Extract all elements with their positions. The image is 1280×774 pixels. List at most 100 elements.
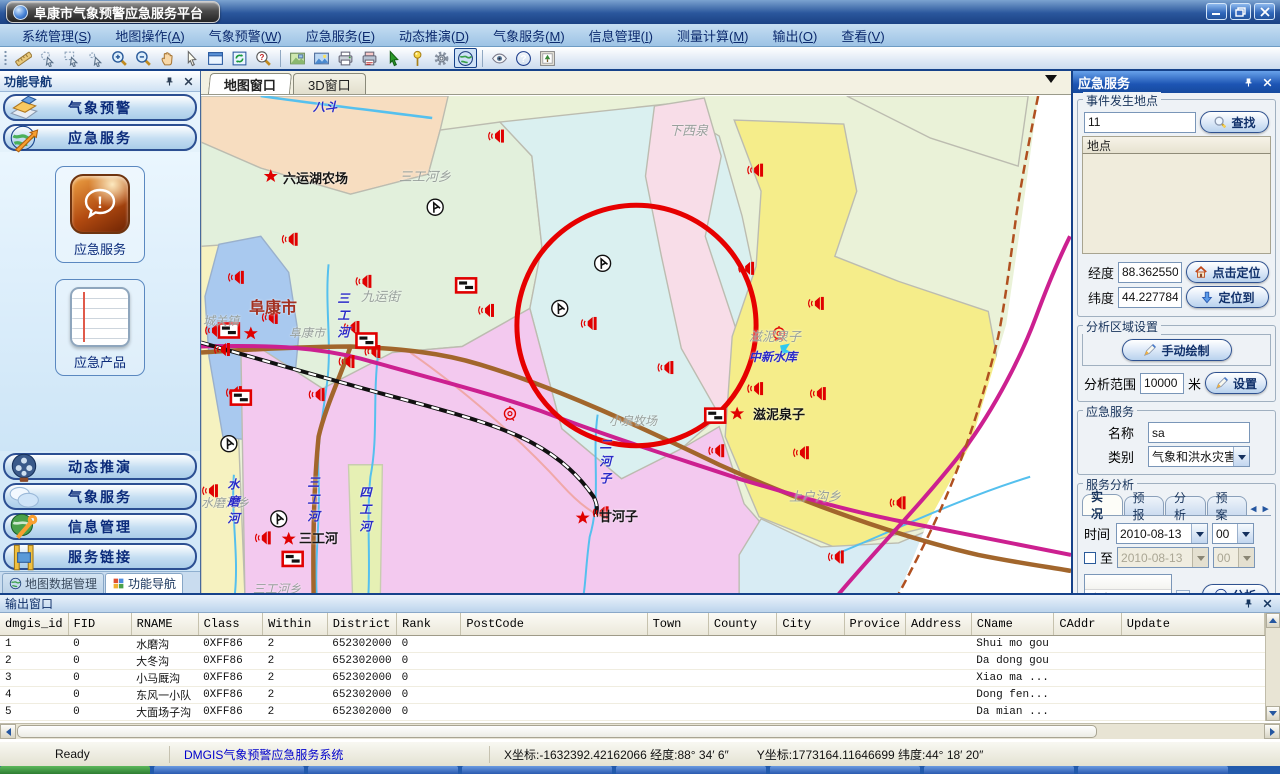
tab-scroll-right-icon[interactable]: ▸ xyxy=(1260,501,1271,515)
nav-group-weather-service[interactable]: 气象服务 xyxy=(3,483,197,510)
tab-function-navigation[interactable]: 功能导航 xyxy=(105,573,183,593)
column-header-Class[interactable]: Class xyxy=(198,613,263,635)
menu-item-8[interactable]: 测量计算(M) xyxy=(665,23,761,48)
nav-group-service-links[interactable]: 服务链接 xyxy=(3,543,197,570)
map-flag-icon[interactable] xyxy=(219,323,239,337)
event-location-input[interactable] xyxy=(1084,112,1196,133)
print-tool[interactable] xyxy=(334,48,357,68)
pointer-tool[interactable] xyxy=(180,48,203,68)
measure-tool[interactable] xyxy=(12,48,35,68)
column-header-CName[interactable]: CName xyxy=(971,613,1054,635)
map-flag-icon[interactable] xyxy=(283,552,303,566)
menu-item-10[interactable]: 查看(V) xyxy=(829,23,896,48)
scroll-down-icon[interactable] xyxy=(1266,706,1280,721)
shortcut-emergency-product[interactable]: 应急产品 xyxy=(55,279,145,376)
menu-item-2[interactable]: 地图操作(A) xyxy=(103,23,196,48)
analyze-button[interactable]: 分析 xyxy=(1202,584,1269,593)
refresh-tool[interactable] xyxy=(228,48,251,68)
range-input[interactable] xyxy=(1140,373,1184,394)
column-header-dmgis_id[interactable]: dmgis_id xyxy=(0,613,68,635)
set-range-button[interactable]: 设置 xyxy=(1205,372,1267,394)
pin-icon[interactable] xyxy=(1241,75,1256,89)
table-row[interactable]: 60城关0XFF8526523020000Cheng guan xyxy=(0,720,1265,721)
nav-group-info-management[interactable]: 信息管理 xyxy=(3,513,197,540)
map-station-icon[interactable] xyxy=(552,300,568,316)
table-row[interactable]: 30小马厩沟0XFF8626523020000Xiao ma ... xyxy=(0,669,1265,686)
column-header-County[interactable]: County xyxy=(708,613,777,635)
table-row[interactable]: 10水磨沟0XFF8626523020000Shui mo gou xyxy=(0,635,1265,652)
close-icon[interactable] xyxy=(1260,597,1275,611)
tab-map-data-management[interactable]: 地图数据管理 xyxy=(2,573,104,593)
chevron-down-icon[interactable] xyxy=(1191,524,1207,543)
longitude-input[interactable] xyxy=(1118,262,1182,283)
zoom-in-tool[interactable] xyxy=(108,48,131,68)
map-flag-icon[interactable] xyxy=(456,278,476,292)
map-station-icon[interactable] xyxy=(221,436,237,452)
tab-3d-window[interactable]: 3D窗口 xyxy=(293,73,366,94)
column-header-RNAME[interactable]: RNAME xyxy=(131,613,198,635)
tab-scroll-left-icon[interactable]: ◂ xyxy=(1248,501,1259,515)
scrollbar-thumb[interactable] xyxy=(17,725,1097,738)
menu-item-7[interactable]: 信息管理(I) xyxy=(577,23,665,48)
map-export-tool[interactable] xyxy=(310,48,333,68)
select-rect-tool[interactable] xyxy=(60,48,83,68)
nav-group-dynamic-deduction[interactable]: 动态推演 xyxy=(3,453,197,480)
map-canvas[interactable]: 六运湖农场三工河乡下西泉九运街阜康市阜康市城关镇滋泥泉子中新水库滋泥泉子小泉牧场… xyxy=(201,95,1071,593)
identify-tool[interactable] xyxy=(252,48,275,68)
map-station-icon[interactable] xyxy=(271,511,287,527)
hour-select[interactable]: 00 xyxy=(1212,523,1254,544)
chevron-down-icon[interactable] xyxy=(1233,447,1249,466)
pan-tool[interactable] xyxy=(156,48,179,68)
column-header-City[interactable]: City xyxy=(777,613,844,635)
minimize-button[interactable] xyxy=(1206,3,1227,20)
select-shape-tool[interactable] xyxy=(36,48,59,68)
menu-item-3[interactable]: 气象预警(W) xyxy=(197,23,294,48)
overview-tool[interactable] xyxy=(536,48,559,68)
feature-select-tool[interactable] xyxy=(382,48,405,68)
map-flag-icon[interactable] xyxy=(705,409,725,423)
tab-forecast[interactable]: 预报 xyxy=(1124,496,1165,515)
column-header-Within[interactable]: Within xyxy=(263,613,328,635)
service-name-input[interactable] xyxy=(1148,422,1250,443)
column-header-Provice[interactable]: Provice xyxy=(844,613,905,635)
menu-item-4[interactable]: 应急服务(E) xyxy=(294,23,387,48)
search-button[interactable]: 查找 xyxy=(1200,111,1269,133)
latitude-input[interactable] xyxy=(1118,287,1182,308)
menu-item-9[interactable]: 输出(O) xyxy=(761,23,830,48)
scroll-left-icon[interactable] xyxy=(0,724,16,739)
menu-item-5[interactable]: 动态推演(D) xyxy=(387,23,481,48)
close-icon[interactable] xyxy=(1260,75,1275,89)
restore-button[interactable] xyxy=(1230,3,1251,20)
close-icon[interactable] xyxy=(181,74,196,88)
column-header-Town[interactable]: Town xyxy=(647,613,708,635)
output-vertical-scrollbar[interactable] xyxy=(1265,613,1280,721)
full-extent-tool[interactable] xyxy=(204,48,227,68)
settings-tool[interactable] xyxy=(430,48,453,68)
date-select[interactable]: 2010-08-13 xyxy=(1116,523,1208,544)
menu-item-1[interactable]: 系统管理(S) xyxy=(10,23,103,48)
table-row[interactable]: 40东风一小队0XFF8626523020000Dong fen... xyxy=(0,686,1265,703)
tab-map-window[interactable]: 地图窗口 xyxy=(208,73,292,94)
zoom-out-tool[interactable] xyxy=(132,48,155,68)
print-map-tool[interactable] xyxy=(358,48,381,68)
nav-group-emergency-service[interactable]: 应急服务 xyxy=(3,124,197,151)
map-layers-tool[interactable] xyxy=(286,48,309,68)
help-tool[interactable] xyxy=(512,48,535,68)
pin-icon[interactable] xyxy=(1241,597,1256,611)
close-button[interactable] xyxy=(1254,3,1275,20)
tab-analysis[interactable]: 分析 xyxy=(1165,496,1206,515)
map-flag-icon[interactable] xyxy=(231,391,251,405)
pin-icon[interactable] xyxy=(162,74,177,88)
nav-group-weather-warning[interactable]: 气象预警 xyxy=(3,94,197,121)
to-checkbox[interactable] xyxy=(1084,552,1096,564)
column-header-Address[interactable]: Address xyxy=(905,613,971,635)
locate-to-button[interactable]: 定位到 xyxy=(1186,286,1269,308)
column-header-Rank[interactable]: Rank xyxy=(397,613,461,635)
output-horizontal-scrollbar[interactable] xyxy=(0,723,1280,739)
shortcut-emergency-service[interactable]: ! 应急服务 xyxy=(55,166,145,263)
element-listbox[interactable]: 降水空气温度 xyxy=(1084,574,1172,593)
table-row[interactable]: 20大冬沟0XFF8626523020000Da dong gou xyxy=(0,652,1265,669)
map-flag-icon[interactable] xyxy=(356,333,376,347)
location-list[interactable] xyxy=(1082,154,1271,254)
tab-live[interactable]: 实况 xyxy=(1082,494,1123,515)
